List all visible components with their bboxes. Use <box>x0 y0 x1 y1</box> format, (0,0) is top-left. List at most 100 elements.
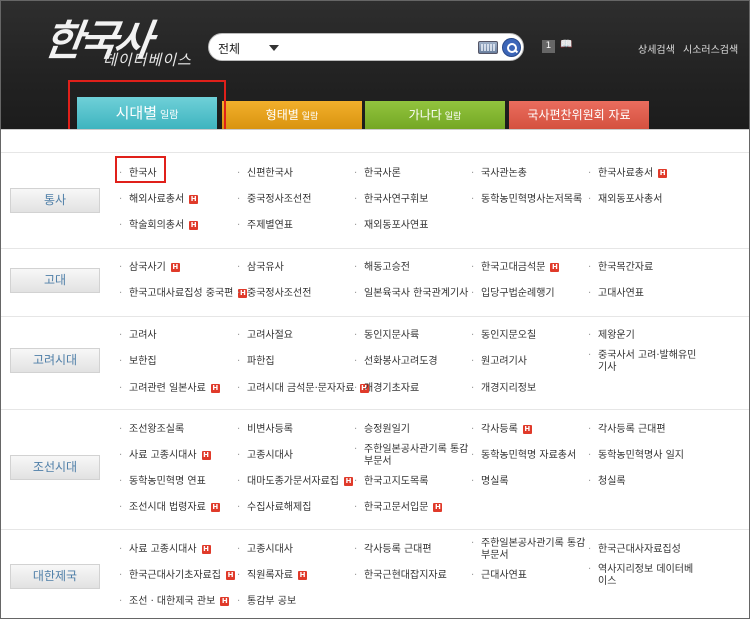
list-item[interactable]: 제왕운기 <box>588 330 635 342</box>
list-item[interactable]: 삼국유사 <box>237 262 284 274</box>
h-icon: H <box>550 263 560 272</box>
list-item[interactable]: 한국고지도목록 <box>354 476 428 488</box>
list-item[interactable]: 한국사료총서 H <box>588 168 668 180</box>
list-item[interactable]: 일본육국사 한국관계기사 <box>354 288 468 300</box>
item-label: 각사등록 <box>481 424 518 435</box>
list-item[interactable]: 고려시대 금석문·문자자료H <box>237 383 369 395</box>
category-ancient[interactable]: 고대 <box>10 268 100 293</box>
item-label: 동인지문오칠 <box>481 330 537 341</box>
list-item[interactable]: 한국근대사자료집성 <box>588 544 681 556</box>
item-label: 조선시대 법령자료 <box>129 502 206 513</box>
tab-label: 가나다 <box>408 108 442 122</box>
item-label: 각사등록 근대편 <box>364 544 432 555</box>
list-item[interactable]: 사료 고종시대사 H <box>119 450 211 462</box>
h-icon: H <box>226 571 235 580</box>
list-item[interactable]: 중국정사조선전 <box>237 194 311 206</box>
list-item[interactable]: 수집사료해제집 <box>237 502 311 514</box>
search-bar: 전체 <box>208 33 524 61</box>
list-item[interactable]: 고려사절요 <box>237 330 293 342</box>
item-label: 동학농민혁명사 일지 <box>598 450 684 461</box>
thesaurus-search-link[interactable]: 시소러스검색 <box>683 41 738 56</box>
tab-nihc-materials[interactable]: 국사편찬위원회 자료 <box>509 101 649 129</box>
list-item[interactable]: 국사관논총 <box>471 168 527 180</box>
list-item[interactable]: 주한일본공사관기록 통감부문서 <box>354 444 469 468</box>
list-item[interactable]: 중국정사조선전 <box>237 288 311 300</box>
list-item[interactable]: 동인지문사륙 <box>354 330 419 342</box>
list-item[interactable]: 각사등록 근대편 <box>588 424 666 436</box>
list-item[interactable]: 각사등록 근대편 <box>354 544 432 556</box>
list-item[interactable]: 신편한국사 <box>237 168 293 180</box>
list-item[interactable]: 고종시대사 <box>237 450 293 462</box>
list-item[interactable]: 한국근대사기초자료집 H <box>119 570 235 582</box>
h-icon: H <box>344 477 353 486</box>
item-label: 직원록자료 <box>247 570 293 581</box>
list-item[interactable]: 보한집 <box>119 356 156 368</box>
list-item[interactable]: 한국사론 <box>354 168 401 180</box>
list-item[interactable]: 통감부 공보 <box>237 596 297 608</box>
list-item[interactable]: 한국목간자료 <box>588 262 653 274</box>
list-item[interactable]: 청실록 <box>588 476 626 488</box>
list-item[interactable]: 삼국사기 H <box>119 262 180 274</box>
list-item[interactable]: 재외동포사연표 <box>354 220 428 232</box>
list-item[interactable]: 해동고승전 <box>354 262 410 274</box>
list-item[interactable]: 조선왕조실록 <box>119 424 184 436</box>
list-item[interactable]: 주제별연표 <box>237 220 293 232</box>
category-korean-empire[interactable]: 대한제국 <box>10 564 100 589</box>
list-item[interactable]: 원고려기사 <box>471 356 527 368</box>
list-item[interactable]: 고대사연표 <box>588 288 644 300</box>
chevron-down-icon[interactable] <box>269 45 279 51</box>
item-label: 청실록 <box>598 476 626 487</box>
item-label: 통감부 공보 <box>247 596 297 607</box>
list-item[interactable]: 고려관련 일본사료 H <box>119 383 220 395</box>
list-item[interactable]: 학술회의총서 H <box>119 220 199 232</box>
list-item[interactable]: 개경지리정보 <box>471 383 536 395</box>
list-item[interactable]: 동학농민혁명 자료총서 <box>471 450 576 462</box>
item-label: 동학농민혁명 연표 <box>129 476 206 487</box>
list-item[interactable]: 승정원일기 <box>354 424 410 436</box>
list-item[interactable]: 한국고대금석문 H <box>471 262 560 274</box>
list-item[interactable]: 동학농민혁명 연표 <box>119 476 206 488</box>
list-item[interactable]: 각사등록 H <box>471 424 532 436</box>
keyboard-icon[interactable] <box>478 41 498 54</box>
tab-by-ganada[interactable]: 가나다 일람 <box>365 101 505 129</box>
item-label: 고려사 <box>129 330 157 341</box>
list-item[interactable]: 동인지문오칠 <box>471 330 537 342</box>
list-item[interactable]: 조선 · 대한제국 관보 H <box>119 596 230 608</box>
list-item[interactable]: 고종시대사 <box>237 544 293 556</box>
tab-by-form[interactable]: 형태별 일람 <box>222 101 362 129</box>
advanced-search-link[interactable]: 상세검색 <box>638 41 675 56</box>
list-item[interactable]: 역사지리정보 데이터베이스 <box>588 564 698 588</box>
list-item[interactable]: 직원록자료 H <box>237 570 307 582</box>
category-tongsa[interactable]: 통사 <box>10 188 100 213</box>
list-item[interactable]: 대마도종가문서자료집 H <box>237 476 353 488</box>
book-icon[interactable]: 📖 <box>560 39 572 50</box>
list-item[interactable]: 한국사연구휘보 <box>354 194 428 206</box>
list-item[interactable]: 동학농민혁명사논저목록 <box>471 194 582 206</box>
search-scope-select[interactable]: 전체 <box>218 40 240 57</box>
list-item[interactable]: 한국고문서입문 H <box>354 502 443 514</box>
item-label: 선화봉사고려도경 <box>364 356 438 367</box>
list-item[interactable]: 고려사 <box>119 330 157 342</box>
tab-suffix: 일람 <box>444 112 462 122</box>
list-item[interactable]: 중국사서 고려·발해유민 기사 <box>588 350 698 374</box>
list-item[interactable]: 한국근현대잡지자료 <box>354 570 447 582</box>
list-item[interactable]: 파한집 <box>237 356 274 368</box>
category-goryeo[interactable]: 고려시대 <box>10 348 100 373</box>
search-icon[interactable] <box>502 38 521 57</box>
list-item[interactable]: 조선시대 법령자료 H <box>119 502 220 514</box>
list-item[interactable]: 주한일본공사관기록 통감부문서 <box>471 538 586 562</box>
list-item[interactable]: 근대사연표 <box>471 570 527 582</box>
list-item[interactable]: 개경기초자료 <box>354 383 419 395</box>
list-item[interactable]: 입당구법순례행기 <box>471 288 555 300</box>
category-joseon[interactable]: 조선시대 <box>10 455 100 480</box>
list-item[interactable]: 비변사등록 <box>237 424 293 436</box>
list-item[interactable]: 해외사료총서 H <box>119 194 199 206</box>
list-item[interactable]: 한국고대사료집성 중국편H <box>119 288 248 300</box>
list-item[interactable]: 선화봉사고려도경 <box>354 356 438 368</box>
list-item[interactable]: 사료 고종시대사 H <box>119 544 211 556</box>
site-logo[interactable]: 한국사 데이터베이스 <box>41 5 201 75</box>
list-item[interactable]: 재외동포사총서 <box>588 194 662 206</box>
list-item[interactable]: 명실록 <box>471 476 508 488</box>
list-item[interactable]: 동학농민혁명사 일지 <box>588 450 684 462</box>
item-label: 한국고대사료집성 중국편 <box>129 288 234 299</box>
